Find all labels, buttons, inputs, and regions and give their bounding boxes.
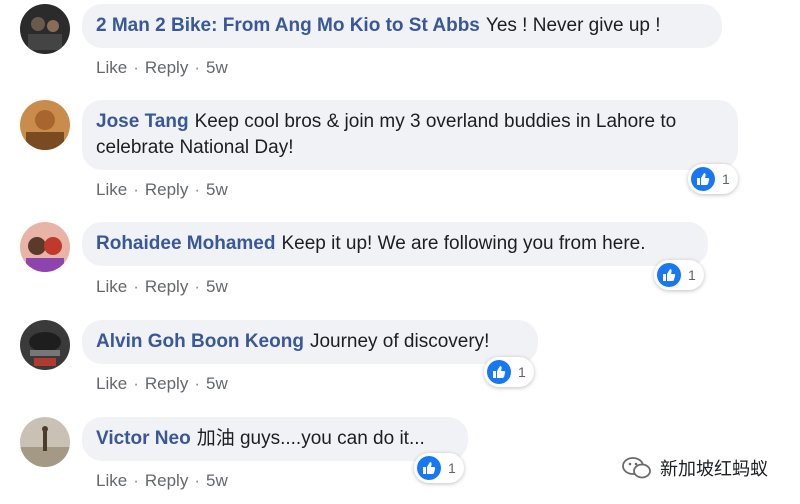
comment-actions: Like · Reply · 5w bbox=[96, 277, 228, 297]
comment-actions: Like · Reply · 5w bbox=[96, 471, 228, 491]
reaction-badge[interactable]: 1 bbox=[654, 260, 704, 290]
separator: · bbox=[133, 180, 139, 199]
reply-link[interactable]: Reply bbox=[145, 180, 188, 199]
timestamp[interactable]: 5w bbox=[206, 58, 228, 77]
reply-link[interactable]: Reply bbox=[145, 277, 188, 296]
comment-author[interactable]: Rohaidee Mohamed bbox=[96, 233, 275, 254]
comment-text: 加油 guys....you can do it... bbox=[196, 428, 425, 449]
watermark-text: 新加坡红蚂蚁 bbox=[660, 459, 768, 479]
like-link[interactable]: Like bbox=[96, 58, 127, 77]
separator: · bbox=[133, 277, 139, 296]
timestamp[interactable]: 5w bbox=[206, 471, 228, 490]
separator: · bbox=[194, 180, 200, 199]
comment-author[interactable]: Alvin Goh Boon Keong bbox=[96, 331, 304, 352]
wechat-icon bbox=[622, 456, 652, 480]
avatar[interactable] bbox=[20, 100, 70, 150]
like-link[interactable]: Like bbox=[96, 374, 127, 393]
reply-link[interactable]: Reply bbox=[145, 471, 188, 490]
separator: · bbox=[194, 277, 200, 296]
separator: · bbox=[133, 471, 139, 490]
comment-bubble: Victor Neo 加油 guys....you can do it... bbox=[82, 417, 468, 461]
avatar[interactable] bbox=[20, 4, 70, 54]
comment-bubble: Alvin Goh Boon Keong Journey of discovery… bbox=[82, 320, 538, 364]
timestamp[interactable]: 5w bbox=[206, 277, 228, 296]
thumbs-up-icon bbox=[691, 167, 715, 191]
comment-bubble: 2 Man 2 Bike: From Ang Mo Kio to St Abbs… bbox=[82, 4, 722, 48]
separator: · bbox=[133, 374, 139, 393]
separator: · bbox=[133, 58, 139, 77]
like-link[interactable]: Like bbox=[96, 471, 127, 490]
reaction-count: 1 bbox=[688, 267, 696, 283]
comment-author[interactable]: 2 Man 2 Bike: From Ang Mo Kio to St Abbs bbox=[96, 15, 480, 36]
comment-text: Yes ! Never give up ! bbox=[485, 15, 661, 36]
reply-link[interactable]: Reply bbox=[145, 58, 188, 77]
reaction-badge[interactable]: 1 bbox=[484, 357, 534, 387]
timestamp[interactable]: 5w bbox=[206, 374, 228, 393]
reaction-count: 1 bbox=[722, 171, 730, 187]
comment-bubble: Jose Tang Keep cool bros & join my 3 over… bbox=[82, 100, 738, 170]
like-link[interactable]: Like bbox=[96, 277, 127, 296]
thumbs-up-icon bbox=[417, 456, 441, 480]
thumbs-up-icon bbox=[487, 360, 511, 384]
comment-author[interactable]: Victor Neo bbox=[96, 428, 191, 449]
comment-bubble: Rohaidee Mohamed Keep it up! We are follo… bbox=[82, 222, 708, 266]
comment-actions: Like · Reply · 5w bbox=[96, 58, 228, 78]
comment-actions: Like · Reply · 5w bbox=[96, 374, 228, 394]
watermark: 新加坡红蚂蚁 bbox=[622, 455, 768, 481]
thumbs-up-icon bbox=[657, 263, 681, 287]
separator: · bbox=[194, 58, 200, 77]
separator: · bbox=[194, 374, 200, 393]
reaction-count: 1 bbox=[518, 364, 526, 380]
avatar[interactable] bbox=[20, 320, 70, 370]
comment-text: Keep it up! We are following you from he… bbox=[281, 233, 646, 254]
reaction-count: 1 bbox=[448, 460, 456, 476]
comment-author[interactable]: Jose Tang bbox=[96, 111, 189, 132]
avatar[interactable] bbox=[20, 222, 70, 272]
reaction-badge[interactable]: 1 bbox=[414, 453, 464, 483]
like-link[interactable]: Like bbox=[96, 180, 127, 199]
reaction-badge[interactable]: 1 bbox=[688, 164, 738, 194]
comment-actions: Like · Reply · 5w bbox=[96, 180, 228, 200]
reply-link[interactable]: Reply bbox=[145, 374, 188, 393]
comment-text: Journey of discovery! bbox=[309, 331, 490, 352]
timestamp[interactable]: 5w bbox=[206, 180, 228, 199]
avatar[interactable] bbox=[20, 417, 70, 467]
separator: · bbox=[194, 471, 200, 490]
